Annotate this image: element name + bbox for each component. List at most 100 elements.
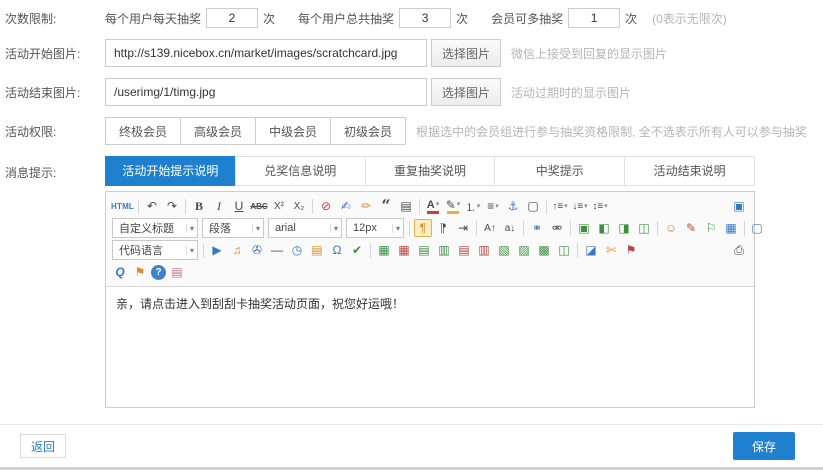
permission-option-button[interactable]: 初级会员: [330, 117, 406, 145]
scrawl-icon[interactable]: ✎: [682, 219, 700, 237]
directionality-rtl-icon[interactable]: ¶: [434, 219, 452, 237]
unlink-icon[interactable]: ⚮: [548, 219, 566, 237]
image-left-icon[interactable]: ◧: [595, 219, 613, 237]
underline-icon[interactable]: U: [230, 197, 248, 215]
line-height-icon[interactable]: ↕≡▾: [591, 197, 609, 215]
merge-down-icon[interactable]: ▩: [535, 241, 553, 259]
directionality-ltr-icon[interactable]: ¶: [414, 219, 432, 237]
spellcheck-icon[interactable]: ✔: [348, 241, 366, 259]
superscript-icon[interactable]: X²: [270, 197, 288, 215]
toolbar-separator: [312, 199, 313, 214]
permission-option-button[interactable]: 高级会员: [180, 117, 256, 145]
image-right-icon[interactable]: ◨: [615, 219, 633, 237]
insert-column-icon[interactable]: ▥: [435, 241, 453, 259]
highlight-color-icon[interactable]: ✎▾: [444, 197, 462, 215]
clear-document-icon[interactable]: ▢: [524, 197, 542, 215]
fullscreen-icon[interactable]: ▣: [730, 197, 748, 215]
ordered-list-icon[interactable]: ⒈▾: [464, 197, 482, 215]
toolbar-separator: [657, 221, 658, 236]
delete-table-icon[interactable]: ▦: [395, 241, 413, 259]
start-image-pick-button[interactable]: 选择图片: [431, 39, 501, 67]
message-panel: 活动开始提示说明兑奖信息说明重复抽奖说明中奖提示活动结束说明 HTML ↶↷ BIU…: [105, 156, 755, 408]
font-color-icon[interactable]: A▾: [424, 197, 442, 215]
save-button[interactable]: 保存: [733, 432, 795, 460]
merge-cells-icon[interactable]: ▧: [495, 241, 513, 259]
page-break-icon[interactable]: ✄: [602, 241, 620, 259]
preview-icon[interactable]: ▢: [748, 219, 766, 237]
font-family-select[interactable]: arial▾: [268, 218, 342, 238]
permissions-row: 活动权限: 终极会员高级会员中级会员初级会员 根据选中的会员组进行参与抽奖资格限…: [5, 117, 823, 145]
row-spacing-bottom-icon[interactable]: ↓≡▾: [571, 197, 589, 215]
paragraph-select[interactable]: 段落▾: [202, 218, 264, 238]
page-background-icon[interactable]: ⚑: [622, 241, 640, 259]
member-extra-input[interactable]: [568, 8, 620, 28]
code-language-select[interactable]: 代码语言▾: [112, 240, 198, 260]
delete-row-icon[interactable]: ▤: [455, 241, 473, 259]
insert-video-icon[interactable]: ▶: [208, 241, 226, 259]
remove-format-icon[interactable]: ⊘: [317, 197, 335, 215]
toolbar-separator: [546, 199, 547, 214]
split-cells-icon[interactable]: ◫: [555, 241, 573, 259]
baidu-map-icon[interactable]: ⚑: [131, 263, 149, 281]
per-day-input[interactable]: [206, 8, 258, 28]
insert-table-icon[interactable]: ▦: [375, 241, 393, 259]
image-none-icon[interactable]: ▣: [575, 219, 593, 237]
image-center-icon[interactable]: ◫: [635, 219, 653, 237]
charts-icon[interactable]: ◪: [582, 241, 600, 259]
source-code-icon[interactable]: HTML: [111, 197, 134, 215]
message-tab[interactable]: 重复抽奖说明: [365, 156, 496, 186]
permission-option-button[interactable]: 终极会员: [105, 117, 181, 145]
settings-form: 次数限制: 每个用户每天抽奖 次 每个用户总共抽奖 次 会员可多抽奖 次 (0表…: [0, 0, 823, 408]
insert-frame-icon[interactable]: ▦: [722, 219, 740, 237]
paste-plain-icon[interactable]: ▤: [397, 197, 415, 215]
drafts-icon[interactable]: ▤: [168, 263, 186, 281]
italic-icon[interactable]: I: [210, 197, 228, 215]
toolbar-separator: [185, 199, 186, 214]
permission-option-button[interactable]: 中级会员: [255, 117, 331, 145]
subscript-icon[interactable]: X₂: [290, 197, 308, 215]
anchor-icon[interactable]: ⚓: [504, 197, 522, 215]
delete-column-icon[interactable]: ▥: [475, 241, 493, 259]
insert-time-icon[interactable]: ◷: [288, 241, 306, 259]
permissions-hint: 根据选中的会员组进行参与抽奖资格限制, 全不选表示所有人可以参与抽奖: [416, 123, 807, 140]
format-brush-icon[interactable]: ✍: [337, 197, 355, 215]
help-icon[interactable]: ?: [151, 265, 166, 280]
back-button[interactable]: 返回: [20, 434, 66, 458]
message-tab[interactable]: 活动结束说明: [624, 156, 755, 186]
auto-typeset-icon[interactable]: ✏: [357, 197, 375, 215]
total-input[interactable]: [399, 8, 451, 28]
message-tab[interactable]: 中奖提示: [494, 156, 625, 186]
custom-style-select[interactable]: 自定义标题▾: [112, 218, 198, 238]
insert-date-icon[interactable]: ▤: [308, 241, 326, 259]
special-characters-icon[interactable]: Ω: [328, 241, 346, 259]
search-replace-icon[interactable]: Q: [111, 263, 129, 281]
blockquote-icon[interactable]: “: [377, 197, 395, 215]
message-tab[interactable]: 活动开始提示说明: [105, 156, 236, 186]
insert-row-icon[interactable]: ▤: [415, 241, 433, 259]
unordered-list-icon[interactable]: ≡▾: [484, 197, 502, 215]
indent-icon[interactable]: ⇥: [454, 219, 472, 237]
start-image-input[interactable]: [105, 39, 427, 67]
per-day-unit: 次: [263, 10, 275, 27]
link-icon[interactable]: ⚭: [528, 219, 546, 237]
limits-label: 次数限制:: [5, 10, 105, 27]
editor-content[interactable]: 亲，请点击进入到刮刮卡抽奖活动页面，祝您好运哦！: [106, 287, 754, 407]
end-image-input[interactable]: [105, 78, 427, 106]
strikethrough-icon[interactable]: ABC: [250, 197, 268, 215]
attachment-icon[interactable]: ✇: [248, 241, 266, 259]
print-icon[interactable]: ⎙: [730, 241, 748, 259]
message-tab[interactable]: 兑奖信息说明: [235, 156, 366, 186]
bold-icon[interactable]: B: [190, 197, 208, 215]
merge-right-icon[interactable]: ▨: [515, 241, 533, 259]
to-lowercase-icon[interactable]: a↓: [501, 219, 519, 237]
emotion-icon[interactable]: ☺: [662, 219, 680, 237]
row-spacing-top-icon[interactable]: ↑≡▾: [551, 197, 569, 215]
insert-music-icon[interactable]: ♫: [228, 241, 246, 259]
redo-icon[interactable]: ↷: [163, 197, 181, 215]
font-size-select[interactable]: 12px▾: [346, 218, 404, 238]
end-image-pick-button[interactable]: 选择图片: [431, 78, 501, 106]
horizontal-rule-icon[interactable]: —: [268, 241, 286, 259]
to-uppercase-icon[interactable]: A↑: [481, 219, 499, 237]
undo-icon[interactable]: ↶: [143, 197, 161, 215]
insert-map-icon[interactable]: ⚐: [702, 219, 720, 237]
